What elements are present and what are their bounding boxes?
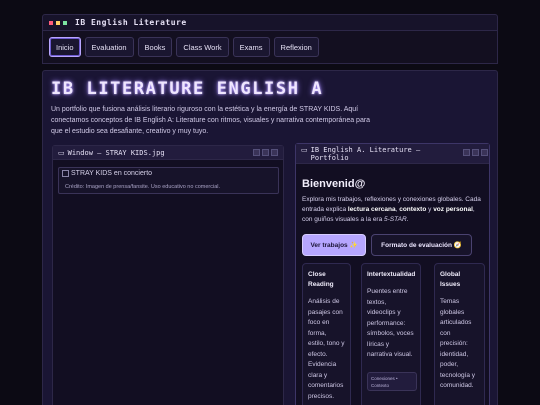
- app-title: IB English Literature: [75, 18, 187, 27]
- image-window: ▭ Window — STRAY KIDS.jpg STRAY KIDS en …: [52, 145, 284, 405]
- image-alt-text: STRAY KIDS en concierto: [71, 170, 153, 177]
- nav-class-work[interactable]: Class Work: [176, 37, 229, 57]
- image-window-title: Window — STRAY KIDS.jpg: [67, 148, 165, 157]
- card-tag: Conexiones • Contexto: [367, 372, 417, 391]
- card-title: Intertextualidad: [367, 271, 416, 278]
- close-icon[interactable]: [271, 149, 278, 156]
- image-window-titlebar: ▭ Window — STRAY KIDS.jpg: [53, 146, 283, 160]
- red-dot-icon[interactable]: [49, 20, 53, 25]
- main-content: IB LITERATURE ENGLISH A Un portfolio que…: [42, 70, 498, 405]
- nav-books[interactable]: Books: [137, 37, 173, 57]
- welcome-description: Explora mis trabajos, reflexiones y cone…: [302, 196, 481, 223]
- app-title-bar: IB English Literature: [42, 14, 498, 31]
- maximize-icon[interactable]: [471, 149, 479, 156]
- minimize-icon[interactable]: [462, 149, 470, 156]
- portfolio-window: ▭ IB English A. Literature — Portfolio B…: [295, 143, 490, 405]
- window-icon: ▭: [301, 147, 308, 154]
- concert-image: STRAY KIDS en concierto Crédito: Imagen …: [58, 167, 279, 194]
- main-nav: Inicio Evaluation Books Class Work Exams…: [42, 31, 498, 64]
- welcome-heading: Bienvenid@: [302, 178, 366, 190]
- page-title: IB LITERATURE ENGLISH A: [51, 79, 324, 99]
- card-body: Puentes entre textos, videoclips y perfo…: [367, 288, 414, 358]
- image-credit: Crédito: Imagen de prensa/fansite. Uso e…: [65, 184, 220, 190]
- hero-description: Un portfolio que fusiona análisis litera…: [51, 106, 371, 135]
- evaluation-format-button[interactable]: Formato de evaluación 🧭: [371, 234, 472, 256]
- card-close-reading: Close Reading Análisis de pasajes con fo…: [302, 263, 351, 405]
- card-intertextualidad: Intertextualidad Puentes entre textos, v…: [361, 263, 421, 405]
- yellow-dot-icon[interactable]: [56, 20, 60, 25]
- view-works-button[interactable]: Ver trabajos ✨: [302, 234, 366, 256]
- maximize-icon[interactable]: [262, 149, 269, 156]
- minimize-icon[interactable]: [253, 149, 260, 156]
- portfolio-window-titlebar: ▭ IB English A. Literature — Portfolio: [296, 144, 489, 164]
- broken-image-placeholder: STRAY KIDS en concierto: [62, 170, 152, 177]
- card-body: Temas globales articulados con precisión…: [440, 298, 476, 389]
- close-icon[interactable]: [480, 149, 488, 156]
- portfolio-window-title: IB English A. Literature — Portfolio: [310, 146, 421, 162]
- nav-exams[interactable]: Exams: [232, 37, 270, 57]
- nav-evaluation[interactable]: Evaluation: [84, 37, 134, 57]
- card-title: Close Reading: [308, 271, 334, 288]
- card-global-issues: Global Issues Temas globales articulados…: [434, 263, 485, 405]
- broken-image-icon: [62, 170, 69, 177]
- window-icon: ▭: [58, 149, 65, 157]
- nav-inicio[interactable]: Inicio: [49, 37, 81, 57]
- card-title: Global Issues: [440, 271, 461, 288]
- nav-reflexion[interactable]: Reflexion: [273, 37, 319, 57]
- green-dot-icon[interactable]: [63, 20, 67, 25]
- card-body: Análisis de pasajes con foco en forma, e…: [308, 298, 345, 400]
